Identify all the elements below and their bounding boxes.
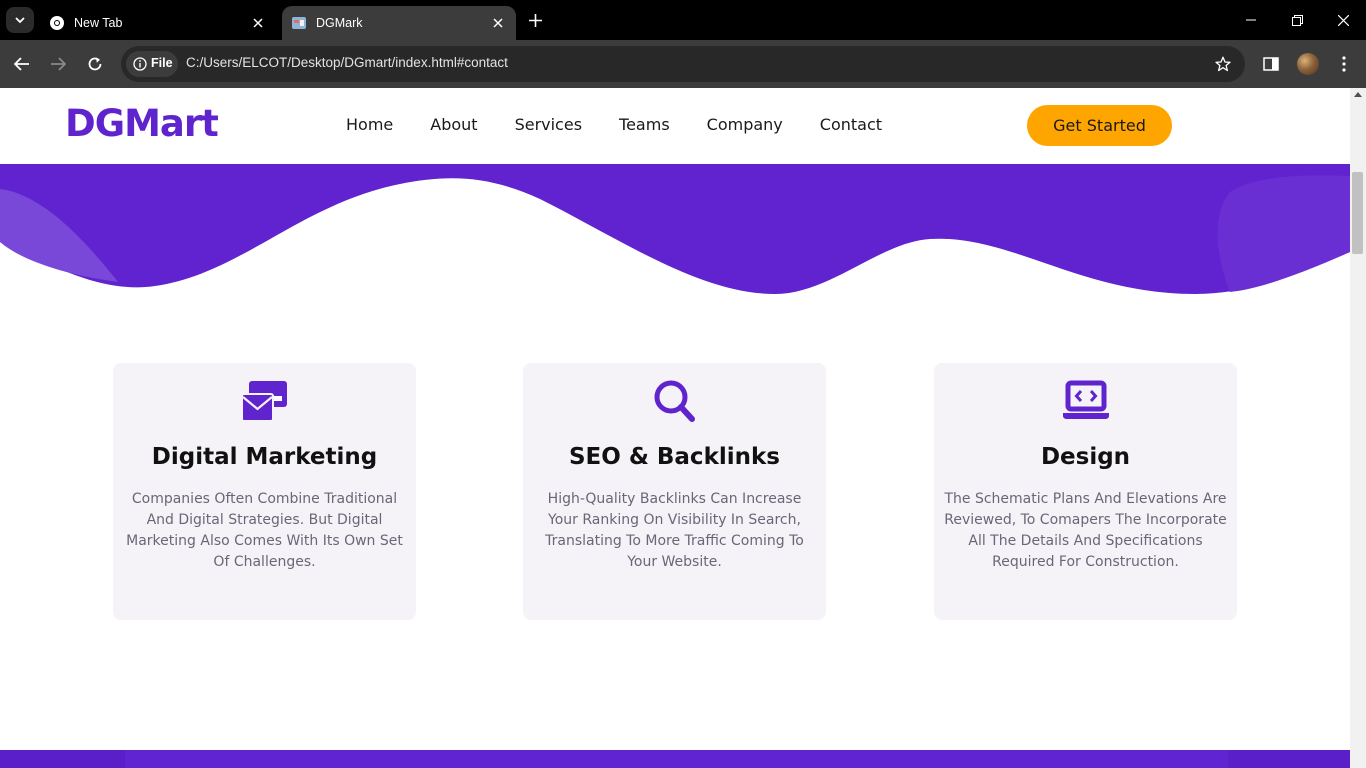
nav-home[interactable]: Home	[346, 115, 393, 134]
chrome-icon	[49, 15, 65, 31]
browser-toolbar: File C:/Users/ELCOT/Desktop/DGmart/index…	[0, 40, 1366, 88]
scrollbar-thumb[interactable]	[1352, 172, 1363, 254]
side-panel-icon	[1263, 57, 1279, 71]
site-favicon-icon	[291, 15, 307, 31]
service-card-digital-marketing: Digital Marketing Companies Often Combin…	[113, 363, 416, 620]
footer-band	[0, 750, 1350, 768]
hero-wave-decoration	[0, 164, 1350, 294]
arrow-left-icon	[14, 57, 29, 71]
reload-icon	[88, 57, 102, 71]
bookmark-button[interactable]	[1213, 54, 1233, 74]
url-text[interactable]: C:/Users/ELCOT/Desktop/DGmart/index.html…	[186, 55, 508, 70]
scroll-up-arrow-icon[interactable]	[1354, 92, 1362, 97]
address-bar[interactable]: File C:/Users/ELCOT/Desktop/DGmart/index…	[121, 46, 1245, 82]
service-card-design: Design The Schematic Plans And Elevation…	[934, 363, 1237, 620]
tab-title: New Tab	[74, 16, 123, 30]
restore-icon	[1291, 14, 1303, 26]
reload-button[interactable]	[82, 51, 108, 77]
page-scrollbar[interactable]	[1350, 88, 1366, 768]
service-title: Design	[1040, 444, 1131, 470]
nav-company[interactable]: Company	[707, 115, 783, 134]
avatar	[1297, 53, 1319, 75]
page-viewport: DGMart Home About Services Teams Company…	[0, 88, 1366, 768]
minimize-button[interactable]	[1228, 0, 1274, 40]
close-tab-icon[interactable]	[248, 13, 268, 33]
tab-title: DGMark	[316, 16, 363, 30]
site-header: DGMart Home About Services Teams Company…	[0, 88, 1350, 164]
nav-contact[interactable]: Contact	[820, 115, 882, 134]
nav-teams[interactable]: Teams	[619, 115, 670, 134]
search-icon	[654, 380, 695, 422]
chevron-down-icon	[15, 17, 25, 24]
info-icon	[133, 57, 147, 71]
close-tab-icon[interactable]	[488, 13, 508, 33]
tab-dgmark[interactable]: DGMark	[282, 6, 516, 40]
tab-search-button[interactable]	[6, 7, 34, 33]
nav-about[interactable]: About	[430, 115, 477, 134]
close-window-button[interactable]	[1320, 0, 1366, 40]
envelope-card-icon	[240, 381, 287, 422]
profile-button[interactable]	[1296, 52, 1320, 76]
plus-icon	[528, 13, 542, 27]
arrow-right-icon	[51, 57, 66, 71]
get-started-button[interactable]: Get Started	[1027, 105, 1172, 146]
side-panel-button[interactable]	[1259, 52, 1283, 76]
star-icon	[1215, 56, 1231, 72]
browser-menu-button[interactable]	[1332, 52, 1356, 76]
service-title: SEO & Backlinks	[568, 444, 780, 470]
more-vertical-icon	[1342, 56, 1346, 72]
restore-button[interactable]	[1274, 0, 1320, 40]
back-button[interactable]	[9, 51, 35, 77]
site-logo[interactable]: DGMart	[65, 102, 219, 145]
nav-services[interactable]: Services	[515, 115, 582, 134]
new-tab-button[interactable]	[524, 9, 546, 31]
browser-tab-strip: New Tab DGMark	[0, 0, 1366, 40]
service-description: High-Quality Backlinks Can Increase Your…	[545, 491, 804, 570]
footer-band-highlight	[125, 750, 1228, 768]
site-info-label: File	[151, 56, 173, 70]
close-icon	[1337, 14, 1349, 26]
service-card-seo-backlinks: SEO & Backlinks High-Quality Backlinks C…	[523, 363, 826, 620]
main-nav: Home About Services Teams Company Contac…	[346, 115, 882, 134]
minimize-icon	[1246, 19, 1256, 21]
tab-new-tab[interactable]: New Tab	[40, 6, 276, 40]
service-title: Digital Marketing	[151, 444, 378, 470]
forward-button[interactable]	[45, 51, 71, 77]
laptop-code-icon	[1062, 380, 1109, 419]
service-description: Companies Often Combine Traditional And …	[126, 491, 403, 570]
service-description: The Schematic Plans And Elevations Are R…	[944, 491, 1227, 570]
